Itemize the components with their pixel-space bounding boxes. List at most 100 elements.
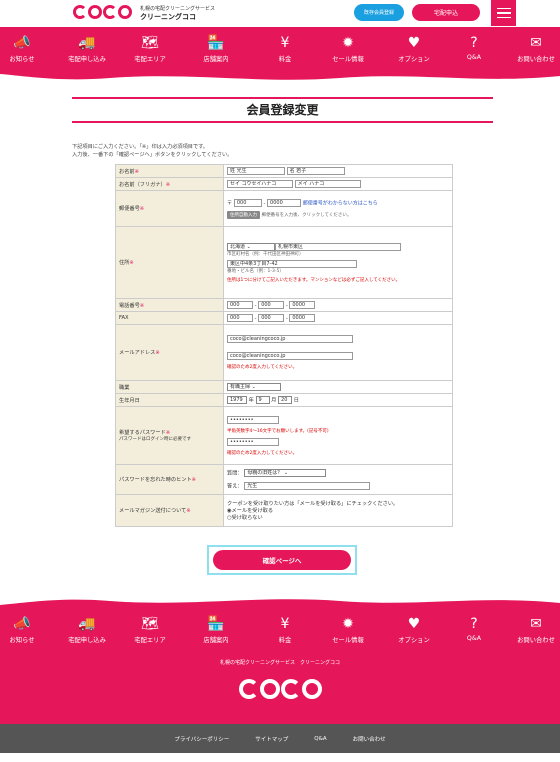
- postal-code-2-input[interactable]: 0000: [267, 198, 302, 207]
- phone-3-input[interactable]: 0000: [289, 301, 316, 309]
- fax-2-input[interactable]: 000: [258, 314, 285, 322]
- postal-lookup-link[interactable]: 郵便番号がわからない方はこちら: [303, 200, 378, 206]
- truck-icon: 🚚: [78, 35, 96, 51]
- store-icon: 🏪: [207, 35, 225, 51]
- nav-label: お知らせ: [9, 56, 35, 63]
- heart-icon: ♥: [407, 35, 421, 51]
- nav-item-8[interactable]: ✉ お問い合わせ: [506, 616, 560, 644]
- nav-label: お問い合わせ: [517, 56, 555, 63]
- password-input[interactable]: ••••••••: [227, 415, 279, 424]
- hint-answer-input[interactable]: 光生: [244, 482, 371, 490]
- footer-coco-logo[interactable]: [237, 672, 323, 706]
- nav-label: お知らせ: [9, 637, 35, 644]
- nav-label: 宅配申し込み: [68, 56, 106, 63]
- nav-label: 宅配エリア: [134, 56, 166, 63]
- hint-question-select[interactable]: 母親の旧姓は？ ⌄: [244, 469, 327, 477]
- question-icon: ?: [470, 35, 478, 51]
- nav-label: Q&A: [466, 54, 482, 61]
- nav-item-4[interactable]: ¥ 料金: [255, 616, 315, 644]
- nav-item-5[interactable]: ✹ セール情報: [318, 35, 378, 63]
- nav-item-6[interactable]: ♥ オプション: [384, 35, 444, 63]
- map-icon: 🗺: [141, 616, 159, 632]
- street-input[interactable]: 東区中4条3丁目7-42: [227, 259, 357, 268]
- table-row: メールアドレス※ coco@cleaningcoco.jp coco@clean…: [115, 324, 453, 381]
- birth-day-select[interactable]: 20: [278, 396, 293, 404]
- nav-item-6[interactable]: ♥ オプション: [384, 616, 444, 644]
- table-row: 住所※ 北海道 ⌄ 札幌市東区 市区町村名（例：千代田区神田神町） 東区中4条3丁…: [115, 226, 453, 299]
- site-header: 札幌の宅配クリーニングサービス クリーニングココ 既存会員登録 宅配申込: [0, 0, 560, 30]
- hamburger-menu-icon[interactable]: [491, 0, 516, 26]
- money-bag-icon: ¥: [280, 616, 290, 632]
- confirm-button-focus: 確認ページへ: [207, 545, 357, 575]
- nav-label: 料金: [278, 56, 292, 63]
- sale-badge-icon: ✹: [342, 35, 354, 51]
- mail-icon: ✉: [530, 35, 542, 51]
- password-confirm-input[interactable]: ••••••••: [227, 437, 279, 446]
- nav-label: セール情報: [332, 637, 364, 644]
- table-row: お名前※ 姓 光生 名 若子: [115, 164, 453, 178]
- nav-item-1[interactable]: 🚚 宅配申し込み: [57, 35, 117, 63]
- birth-month-select[interactable]: 9: [255, 396, 270, 404]
- truck-icon: 🚚: [78, 616, 96, 632]
- mail-icon: ✉: [530, 616, 542, 632]
- heart-icon: ♥: [407, 616, 421, 632]
- city-input[interactable]: 札幌市東区: [275, 242, 401, 251]
- nav-item-2[interactable]: 🗺 宅配エリア: [120, 616, 180, 644]
- job-select[interactable]: 有職主婦 ⌄: [227, 383, 281, 391]
- sitemap-link[interactable]: サイトマップ: [255, 735, 288, 743]
- nav-item-2[interactable]: 🗺 宅配エリア: [120, 35, 180, 63]
- nav-item-7[interactable]: ? Q&A: [444, 616, 504, 642]
- coco-logo[interactable]: [73, 3, 132, 23]
- confirm-page-button[interactable]: 確認ページへ: [213, 550, 351, 570]
- birth-year-select[interactable]: 1979: [227, 396, 247, 404]
- megaphone-icon: 📣: [13, 616, 31, 632]
- nav-item-5[interactable]: ✹ セール情報: [318, 616, 378, 644]
- nav-label: オプション: [398, 637, 430, 644]
- footer-tagline: 札幌の宅配クリーニングサービス クリーニングココ: [219, 660, 340, 666]
- brand-tagline: 札幌の宅配クリーニングサービス: [140, 6, 216, 12]
- footer: 札幌の宅配クリーニングサービス クリーニングココ: [0, 648, 560, 724]
- last-name-kana-input[interactable]: セイ コウセイハナコ: [227, 180, 293, 188]
- nav-item-3[interactable]: 🏪 店舗案内: [186, 35, 246, 63]
- nav-item-8[interactable]: ✉ お問い合わせ: [506, 35, 560, 63]
- nav-item-3[interactable]: 🏪 店舗案内: [186, 616, 246, 644]
- phone-2-input[interactable]: 000: [258, 301, 285, 309]
- nav-label: 店舗案内: [203, 637, 229, 644]
- global-nav: 📣 お知らせ 🚚 宅配申し込み 🗺 宅配エリア 🏪 店舗案内 ¥ 料金 ✹ セール情報 ♥ オプション? Q…: [0, 27, 560, 71]
- nav-item-7[interactable]: ? Q&A: [444, 35, 504, 61]
- address-autofill-button[interactable]: 住所自動入力: [227, 210, 260, 219]
- phone-1-input[interactable]: 000: [227, 301, 253, 309]
- table-row: FAX 000 - 000 - 0000: [115, 311, 453, 325]
- page-title: 会員登録変更: [72, 97, 493, 123]
- postal-code-1-input[interactable]: 000: [233, 198, 262, 207]
- privacy-policy-link[interactable]: プライバシーポリシー: [174, 735, 229, 743]
- contact-link[interactable]: お問い合わせ: [353, 735, 386, 743]
- table-row: メールマガジン送付について※ クーポンを受け取りたい方は「メールを受け取る」にチ…: [115, 494, 453, 527]
- nav-item-4[interactable]: ¥ 料金: [255, 35, 315, 63]
- email-input[interactable]: coco@cleaningcoco.jp: [227, 335, 353, 343]
- qa-link[interactable]: Q&A: [314, 736, 326, 742]
- sale-badge-icon: ✹: [342, 616, 354, 632]
- member-form-table: お名前※ 姓 光生 名 若子 お名前（フリガナ）※ セイ コウセイハナコ メイ …: [115, 164, 453, 527]
- member-login-button[interactable]: 既存会員登録: [354, 4, 404, 21]
- nav-label: 宅配申し込み: [68, 637, 106, 644]
- fax-3-input[interactable]: 0000: [289, 314, 316, 322]
- email-confirm-input[interactable]: coco@cleaningcoco.jp: [227, 352, 353, 360]
- nav-item-1[interactable]: 🚚 宅配申し込み: [57, 616, 117, 644]
- nav-item-0[interactable]: 📣 お知らせ: [0, 616, 52, 644]
- footer-nav: 📣 お知らせ 🚚 宅配申し込み 🗺 宅配エリア 🏪 店舗案内 ¥ 料金 ✹ セール情報 ♥ オプション? Q…: [0, 608, 560, 650]
- first-name-input[interactable]: 名 若子: [286, 167, 345, 175]
- first-name-kana-input[interactable]: メイ ハナコ: [294, 180, 361, 188]
- money-bag-icon: ¥: [280, 35, 290, 51]
- nav-item-0[interactable]: 📣 お知らせ: [0, 35, 52, 63]
- last-name-input[interactable]: 姓 光生: [227, 167, 285, 175]
- table-row: 電話番号※ 000 - 000 - 0000: [115, 298, 453, 312]
- nav-label: 料金: [278, 637, 292, 644]
- megaphone-icon: 📣: [13, 35, 31, 51]
- question-icon: ?: [470, 616, 478, 632]
- prefecture-select[interactable]: 北海道 ⌄: [227, 242, 275, 251]
- brand-name: クリーニングココ: [140, 13, 196, 21]
- order-button[interactable]: 宅配申込: [412, 4, 480, 21]
- nav-label: Q&A: [466, 635, 482, 642]
- fax-1-input[interactable]: 000: [227, 314, 253, 322]
